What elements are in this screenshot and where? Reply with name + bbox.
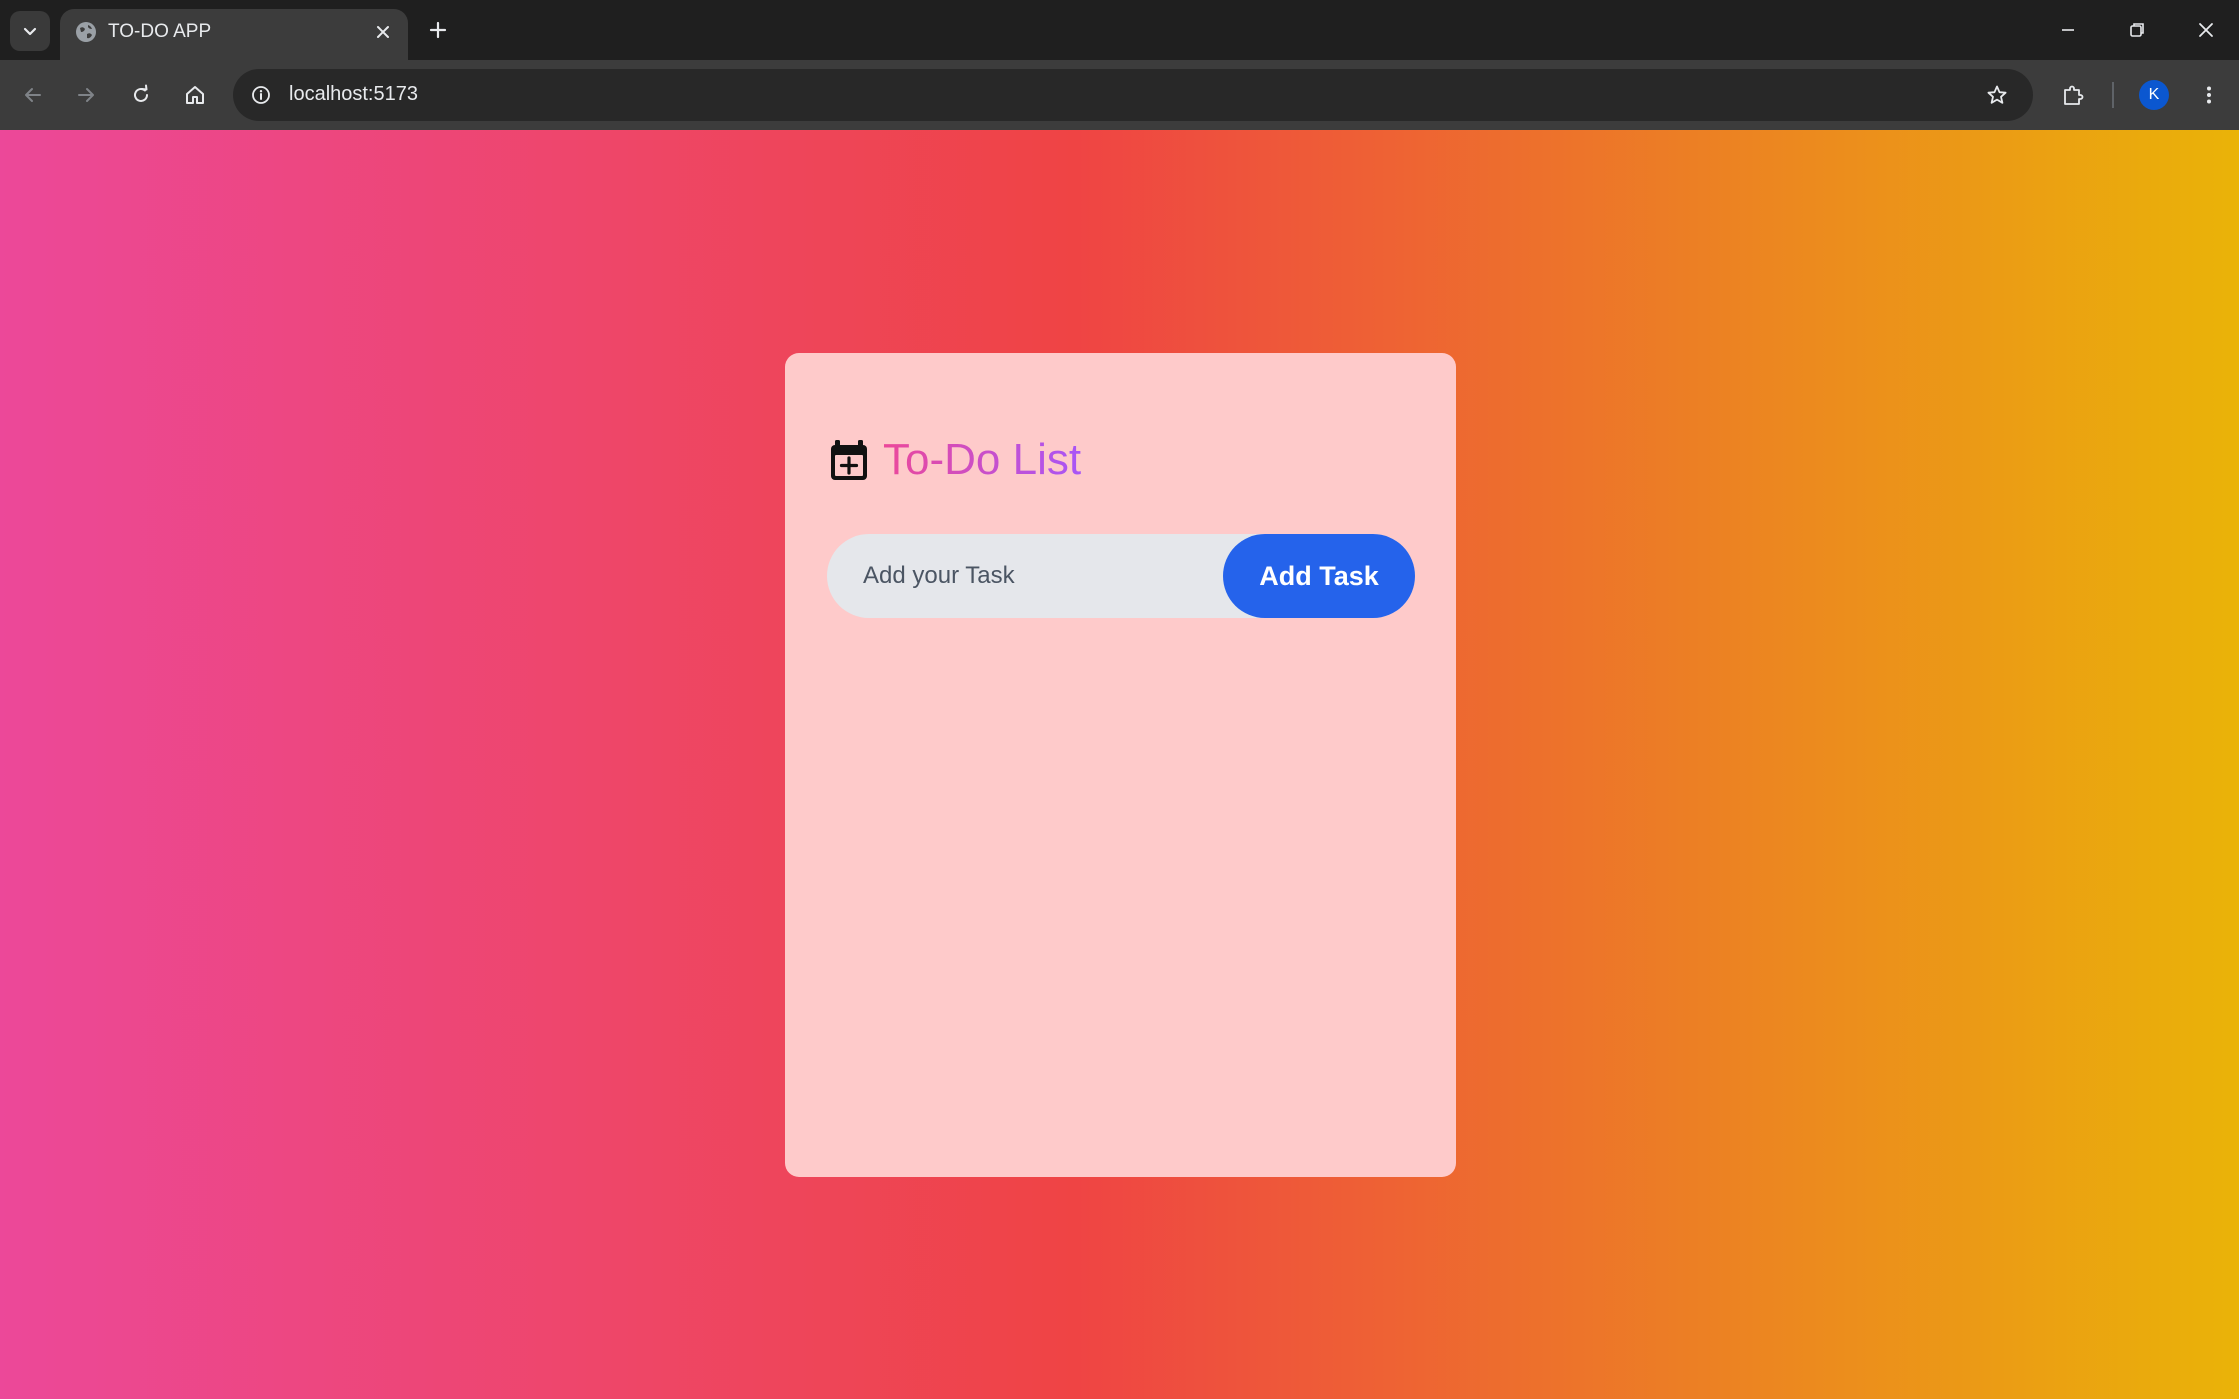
toolbar-divider [2112,82,2114,108]
close-window-button[interactable] [2184,8,2228,52]
browser-toolbar: localhost:5173 K [0,60,2239,130]
app-heading: To-Do List [829,435,1081,485]
page-title: To-Do List [883,435,1082,484]
browser-tab[interactable]: TO-DO APP [60,9,408,60]
close-icon [2199,23,2213,37]
arrow-right-icon [78,88,94,102]
bookmark-button[interactable] [1979,77,2015,113]
star-icon [1987,85,2007,104]
reload-icon [134,84,148,102]
tab-search-button[interactable] [10,11,50,51]
new-tab-button[interactable] [420,12,456,48]
plus-icon [429,21,447,39]
page-viewport: To-Do List Add Task [0,130,2239,1399]
minimize-icon [2062,29,2074,31]
home-icon [186,86,204,104]
address-bar[interactable]: localhost:5173 [233,69,2033,121]
forward-button[interactable] [66,75,106,115]
home-button[interactable] [175,75,215,115]
restore-icon [2130,23,2144,37]
reload-button[interactable] [121,75,161,115]
task-list [827,643,1415,1143]
profile-avatar[interactable]: K [2139,80,2169,110]
info-icon [252,86,270,104]
url-text: localhost:5173 [289,83,418,105]
browser-menu-button[interactable] [2189,75,2229,115]
restore-button[interactable] [2115,8,2159,52]
close-icon [377,26,389,38]
extensions-button[interactable] [2053,75,2093,115]
calendar-plus-icon [831,440,867,480]
site-info-button[interactable] [243,77,279,113]
browser-window: TO-DO APP localhost:5173 K To-Do List Ad… [0,0,2239,1399]
add-task-button[interactable]: Add Task [1223,534,1415,618]
arrow-left-icon [25,88,41,102]
task-input[interactable] [827,534,1243,618]
tab-title: TO-DO APP [108,21,212,42]
puzzle-icon [2064,85,2084,105]
minimize-button[interactable] [2046,8,2090,52]
chevron-down-icon [23,27,37,36]
todo-card: To-Do List Add Task [785,353,1456,1177]
back-button[interactable] [13,75,53,115]
task-input-row: Add Task [827,534,1415,618]
kebab-menu-icon [2207,86,2211,104]
tab-strip: TO-DO APP [0,0,2239,60]
tab-close-button[interactable] [370,19,396,45]
globe-icon [76,22,96,42]
